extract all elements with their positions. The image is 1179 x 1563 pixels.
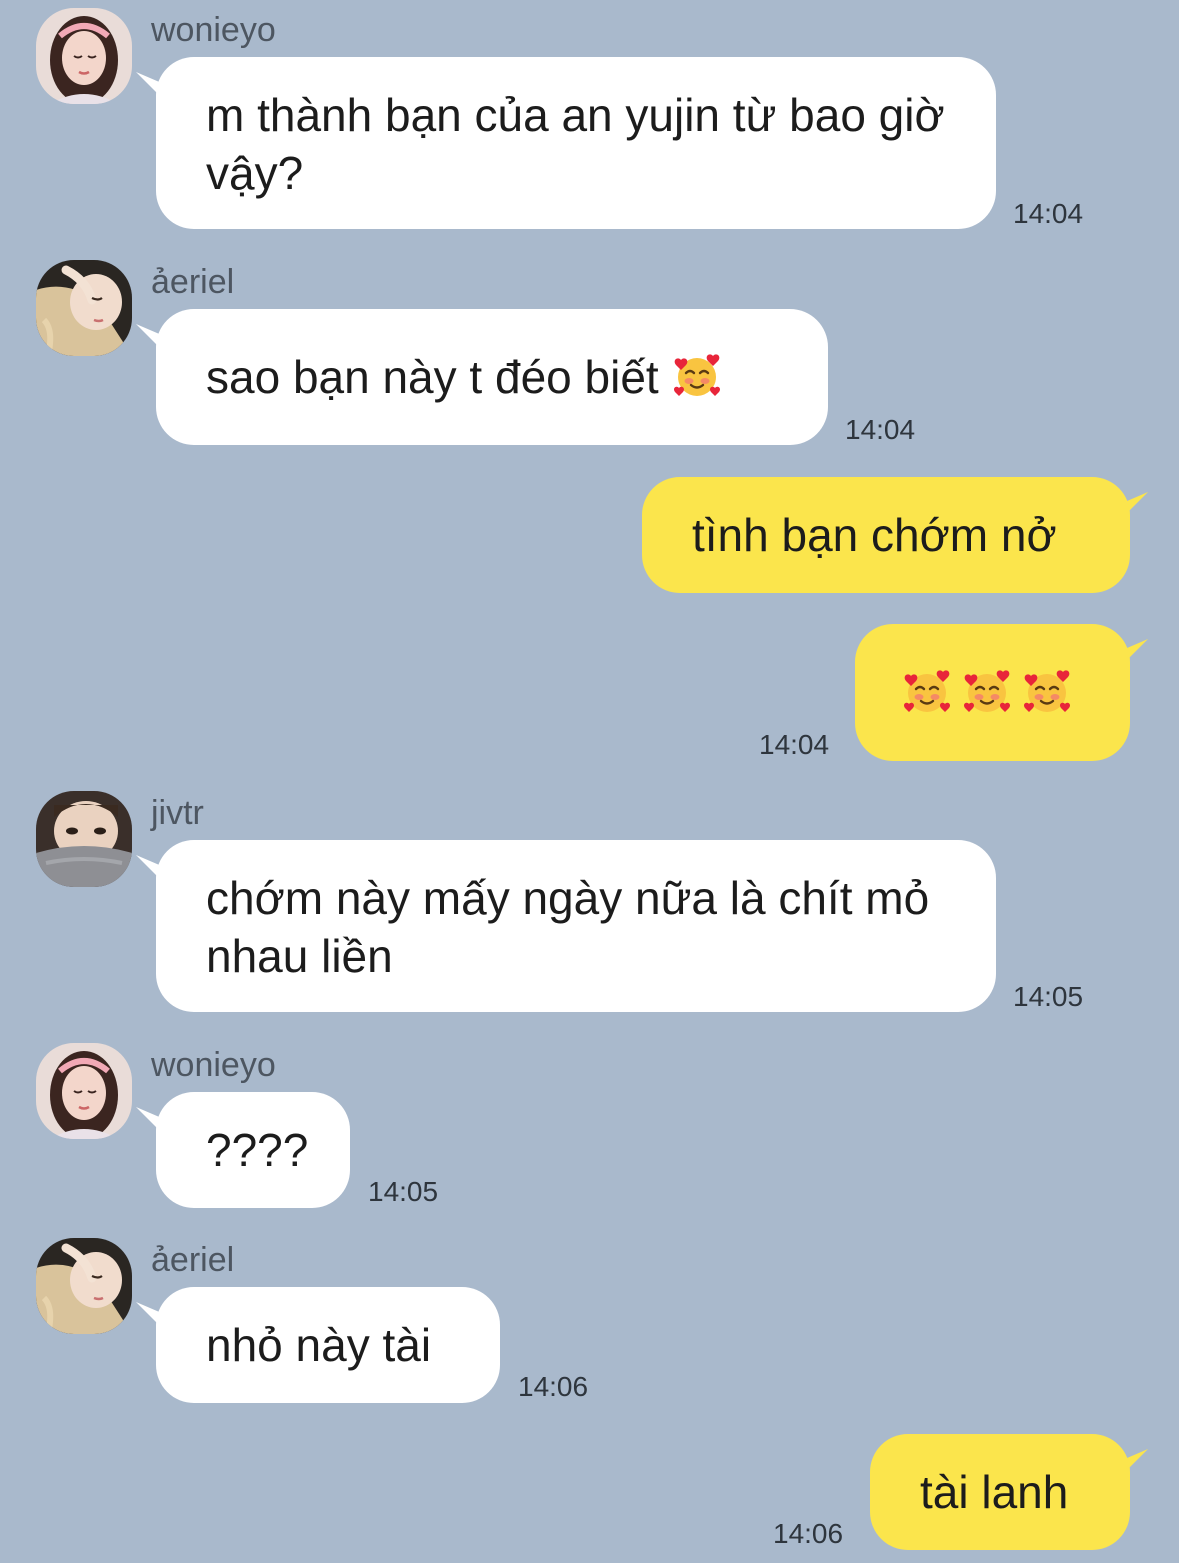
avatar-wonieyo[interactable] xyxy=(36,8,132,104)
message-timestamp: 14:05 xyxy=(368,1176,439,1207)
sender-name: jivtr xyxy=(151,794,204,832)
message-bubble[interactable]: nhỏ này tài xyxy=(156,1287,500,1403)
avatar-jivtr[interactable] xyxy=(36,791,132,887)
bubble-tail xyxy=(1120,492,1148,520)
avatar-aeriel[interactable] xyxy=(36,260,132,356)
smiling-face-with-hearts-icon xyxy=(903,668,951,716)
message-timestamp: 14:06 xyxy=(773,1518,844,1549)
message-text: tình bạn chớm nở xyxy=(692,509,1057,561)
sender-name: ảeriel xyxy=(151,263,235,301)
message-text: chớm này mấy ngày nữa là chít mỏ nhau li… xyxy=(206,872,930,982)
sender-name: ảeriel xyxy=(151,1241,235,1279)
message-timestamp: 14:04 xyxy=(759,729,830,760)
message-text: ???? xyxy=(206,1124,309,1176)
message-text: tài lanh xyxy=(920,1466,1069,1518)
message-timestamp: 14:06 xyxy=(518,1371,589,1402)
message-bubble[interactable]: tài lanh xyxy=(870,1434,1130,1550)
message-bubble[interactable]: m thành bạn của an yujin từ bao giờ vậy? xyxy=(156,57,996,229)
message-bubble[interactable] xyxy=(855,624,1130,761)
sender-name: wonieyo xyxy=(151,11,276,49)
bubble-tail xyxy=(1120,1449,1148,1477)
avatar-wonieyo[interactable] xyxy=(36,1043,132,1139)
smiling-face-with-hearts-icon xyxy=(963,668,1011,716)
message-bubble[interactable]: chớm này mấy ngày nữa là chít mỏ nhau li… xyxy=(156,840,996,1012)
message-timestamp: 14:04 xyxy=(845,414,916,445)
message-bubble[interactable]: ???? xyxy=(156,1092,350,1208)
emoji-row xyxy=(903,668,1130,716)
message-text: nhỏ này tài xyxy=(206,1319,432,1371)
message-bubble[interactable]: sao bạn này t đéo biết xyxy=(156,309,828,445)
message-text: sao bạn này t đéo biết xyxy=(206,351,659,403)
message-timestamp: 14:05 xyxy=(1013,981,1084,1012)
message-bubble[interactable]: tình bạn chớm nở xyxy=(642,477,1130,593)
avatar-aeriel[interactable] xyxy=(36,1238,132,1334)
message-text: m thành bạn của an yujin từ bao giờ vậy? xyxy=(206,89,945,199)
bubble-tail xyxy=(1120,639,1148,667)
smiling-face-with-hearts-icon xyxy=(1023,668,1071,716)
smiling-face-with-hearts-icon xyxy=(673,352,721,400)
message-timestamp: 14:04 xyxy=(1013,198,1084,229)
sender-name: wonieyo xyxy=(151,1046,276,1084)
